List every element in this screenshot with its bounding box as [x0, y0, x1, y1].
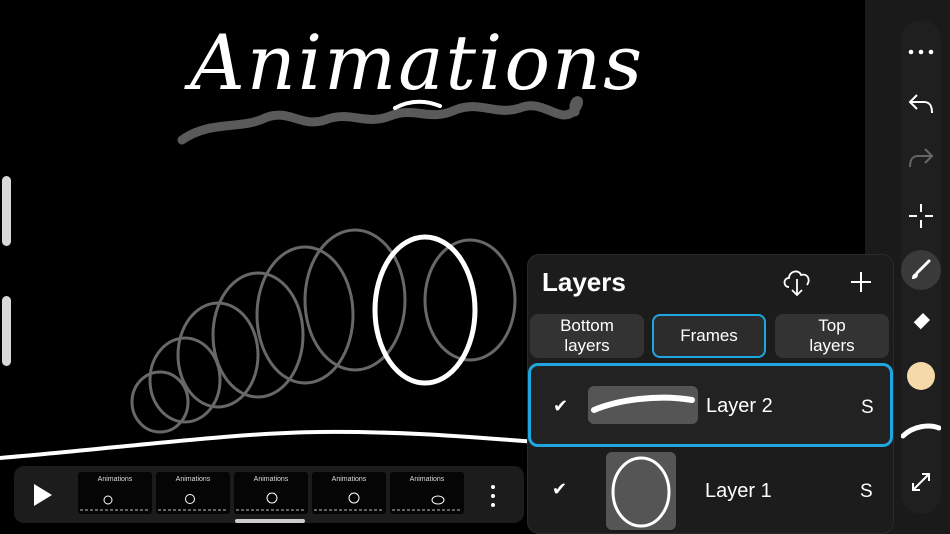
- timeline-frame[interactable]: Animations: [78, 472, 152, 514]
- layer-name: Layer 2: [706, 395, 773, 417]
- bottom-layers-button[interactable]: Bottom layers: [530, 314, 644, 358]
- add-layer-icon[interactable]: [848, 269, 874, 300]
- eraser-icon[interactable]: [901, 302, 941, 342]
- visibility-check-icon[interactable]: ✔: [552, 479, 567, 500]
- layers-panel: Layers Bottom layers Frames Top layers ✔…: [527, 254, 894, 534]
- timeline: Animations Animations Animations Animati…: [14, 466, 524, 523]
- brush-icon[interactable]: [901, 250, 941, 290]
- layer-thumbnail: [606, 452, 676, 530]
- brush-size-slider[interactable]: [2, 176, 11, 246]
- brush-size-icon[interactable]: [901, 410, 941, 450]
- frames-button[interactable]: Frames: [652, 314, 766, 358]
- layer-row[interactable]: ✔ Layer 1 S: [528, 449, 893, 533]
- layer-row[interactable]: ✔ Layer 2 S: [528, 363, 893, 447]
- cloud-download-icon[interactable]: [780, 265, 814, 304]
- transform-icon[interactable]: [901, 196, 941, 236]
- more-icon[interactable]: [901, 32, 941, 72]
- home-indicator: [235, 519, 305, 523]
- timeline-more-icon[interactable]: [490, 484, 496, 513]
- fullscreen-icon[interactable]: [901, 462, 941, 502]
- layer-thumbnail: [588, 386, 698, 424]
- timeline-frame[interactable]: Animations: [390, 472, 464, 514]
- brush-opacity-slider[interactable]: [2, 296, 11, 366]
- top-layers-button[interactable]: Top layers: [775, 314, 889, 358]
- layer-name: Layer 1: [705, 480, 772, 502]
- timeline-frame[interactable]: Animations: [312, 472, 386, 514]
- layer-suffix[interactable]: S: [860, 481, 873, 503]
- canvas-title: Animations: [190, 18, 645, 107]
- visibility-check-icon[interactable]: ✔: [553, 396, 568, 417]
- redo-icon[interactable]: [901, 138, 941, 178]
- color-swatch[interactable]: [907, 362, 935, 390]
- play-icon[interactable]: [32, 482, 54, 513]
- timeline-frame[interactable]: Animations: [156, 472, 230, 514]
- layers-title: Layers: [542, 267, 626, 297]
- undo-icon[interactable]: [901, 84, 941, 124]
- timeline-frame[interactable]: Animations: [234, 472, 308, 514]
- layer-suffix[interactable]: S: [861, 397, 874, 419]
